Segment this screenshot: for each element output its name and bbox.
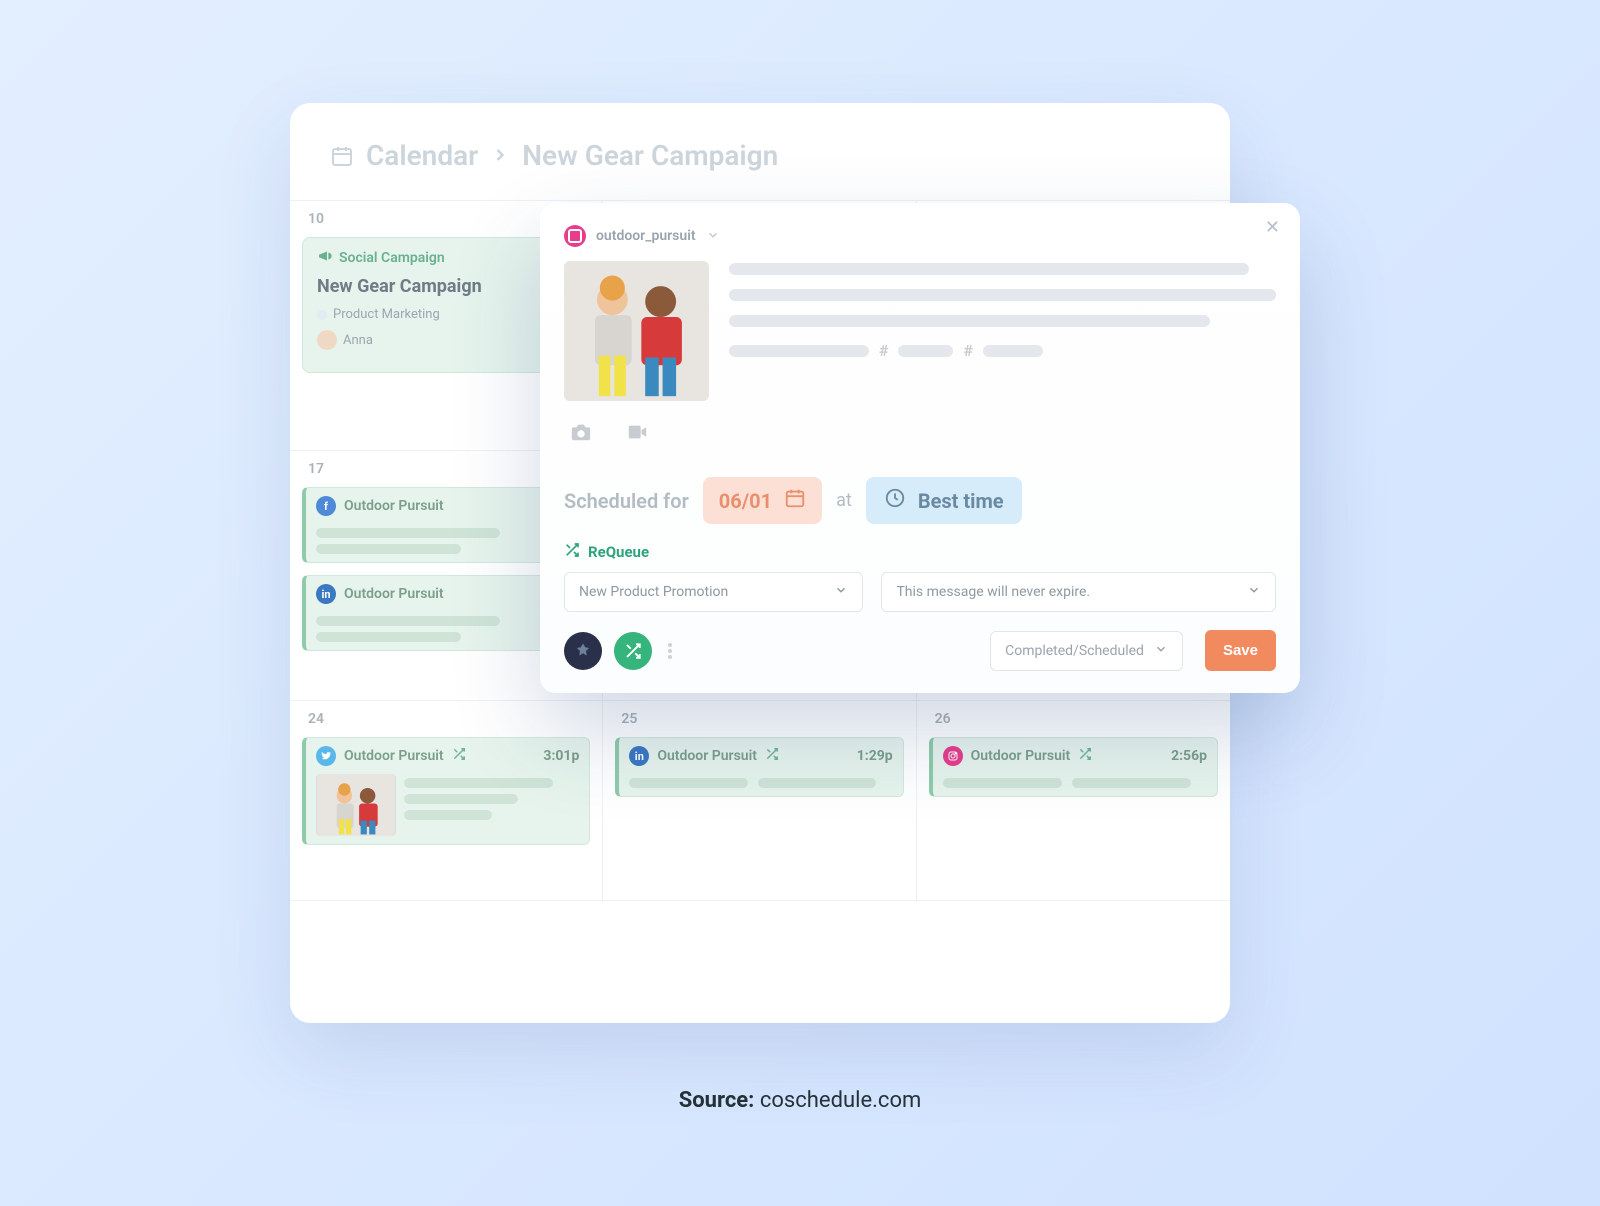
- event-card[interactable]: Outdoor Pursuit 3:01p: [302, 737, 590, 845]
- requeue-label: ReQueue: [588, 543, 649, 561]
- more-icon[interactable]: [668, 643, 672, 659]
- at-label: at: [836, 490, 852, 511]
- source-attribution: Source: coschedule.com: [290, 1088, 1310, 1113]
- chevron-down-icon: [834, 583, 848, 601]
- event-card[interactable]: in Outdoor Pursuit 1:29p: [615, 737, 903, 797]
- requeue-header: ReQueue: [564, 542, 1276, 562]
- chevron-down-icon: [706, 227, 720, 246]
- source-value: coschedule.com: [760, 1088, 921, 1113]
- text-placeholder: [729, 263, 1249, 275]
- event-card[interactable]: Outdoor Pursuit 2:56p: [929, 737, 1218, 797]
- campaign-dept-label: Product Marketing: [333, 307, 440, 322]
- event-title: Outdoor Pursuit: [344, 748, 444, 764]
- chevron-down-icon: [1154, 642, 1168, 660]
- requeue-chip[interactable]: [614, 632, 652, 670]
- event-time: 2:56p: [1171, 748, 1207, 764]
- breadcrumb: Calendar New Gear Campaign: [290, 139, 1230, 200]
- shuffle-icon: [564, 542, 580, 562]
- cell-date: 26: [929, 711, 1218, 727]
- breadcrumb-page[interactable]: New Gear Campaign: [522, 139, 778, 172]
- text-placeholder: [729, 345, 869, 357]
- select-value: This message will never expire.: [896, 584, 1090, 600]
- campaign-tag-label: Social Campaign: [339, 250, 445, 266]
- account-selector[interactable]: outdoor_pursuit: [564, 225, 1276, 247]
- chevron-right-icon: [490, 139, 510, 172]
- shuffle-icon: [452, 747, 466, 765]
- text-placeholder: [729, 315, 1210, 327]
- date-picker[interactable]: 06/01: [703, 477, 822, 524]
- calendar-cell[interactable]: 25 in Outdoor Pursuit 1:29p: [603, 701, 916, 901]
- date-value: 06/01: [719, 489, 772, 513]
- dot-icon: [317, 310, 327, 320]
- linkedin-icon: in: [316, 584, 336, 604]
- text-placeholder: [898, 345, 953, 357]
- campaign-title: New Gear Campaign: [317, 276, 575, 297]
- instagram-icon: [943, 746, 963, 766]
- chevron-down-icon: [1247, 583, 1261, 601]
- calendar-cell[interactable]: 24 Outdoor Pursuit 3:01p: [290, 701, 603, 901]
- time-mode: Best time: [918, 489, 1004, 513]
- avatar: [317, 330, 337, 350]
- event-title: Outdoor Pursuit: [344, 498, 444, 514]
- source-label: Source:: [679, 1088, 755, 1113]
- time-picker[interactable]: Best time: [866, 477, 1022, 524]
- shuffle-icon: [765, 747, 779, 765]
- expire-select[interactable]: This message will never expire.: [881, 572, 1276, 612]
- close-icon[interactable]: ✕: [1265, 217, 1280, 238]
- campaign-tag: Social Campaign: [317, 248, 575, 268]
- text-placeholder: [983, 345, 1043, 357]
- hash-icon: #: [879, 341, 888, 360]
- cell-date: 24: [302, 711, 590, 727]
- hashtag-row: # #: [729, 341, 1276, 360]
- select-value: New Product Promotion: [579, 584, 728, 600]
- video-icon[interactable]: [624, 421, 650, 447]
- save-button[interactable]: Save: [1205, 630, 1276, 671]
- event-time: 1:29p: [857, 748, 893, 764]
- shuffle-icon: [1078, 747, 1092, 765]
- account-name: outdoor_pursuit: [596, 228, 696, 244]
- campaign-dept: Product Marketing: [317, 307, 575, 322]
- event-title: Outdoor Pursuit: [971, 748, 1071, 764]
- post-image[interactable]: [564, 261, 709, 401]
- linkedin-icon: in: [629, 746, 649, 766]
- twitter-icon: [316, 746, 336, 766]
- select-value: Completed/Scheduled: [1005, 643, 1144, 659]
- calendar-cell[interactable]: 26 Outdoor Pursuit 2:56p: [917, 701, 1230, 901]
- scheduled-for-label: Scheduled for: [564, 489, 689, 513]
- event-title: Outdoor Pursuit: [657, 748, 757, 764]
- cell-date: 25: [615, 711, 903, 727]
- calendar-icon: [330, 144, 354, 168]
- camera-icon[interactable]: [568, 421, 594, 447]
- schedule-row: Scheduled for 06/01 at Best time: [564, 463, 1276, 542]
- campaign-owner-name: Anna: [343, 333, 373, 348]
- megaphone-icon: [317, 248, 333, 268]
- calendar-icon: [784, 487, 806, 514]
- clock-icon: [884, 487, 906, 514]
- facebook-icon: f: [316, 496, 336, 516]
- requeue-group-select[interactable]: New Product Promotion: [564, 572, 863, 612]
- event-time: 3:01p: [543, 748, 579, 764]
- event-thumbnail: [316, 774, 396, 836]
- breadcrumb-root[interactable]: Calendar: [366, 139, 478, 172]
- status-select[interactable]: Completed/Scheduled: [990, 631, 1183, 671]
- profile-chip[interactable]: [564, 632, 602, 670]
- text-placeholder: [729, 289, 1276, 301]
- composer-modal: ✕ outdoor_pursuit # #: [540, 203, 1300, 693]
- event-title: Outdoor Pursuit: [344, 586, 444, 602]
- hash-icon: #: [963, 341, 972, 360]
- campaign-owner: Anna: [317, 330, 575, 350]
- post-text-area[interactable]: # #: [729, 261, 1276, 401]
- instagram-icon: [564, 225, 586, 247]
